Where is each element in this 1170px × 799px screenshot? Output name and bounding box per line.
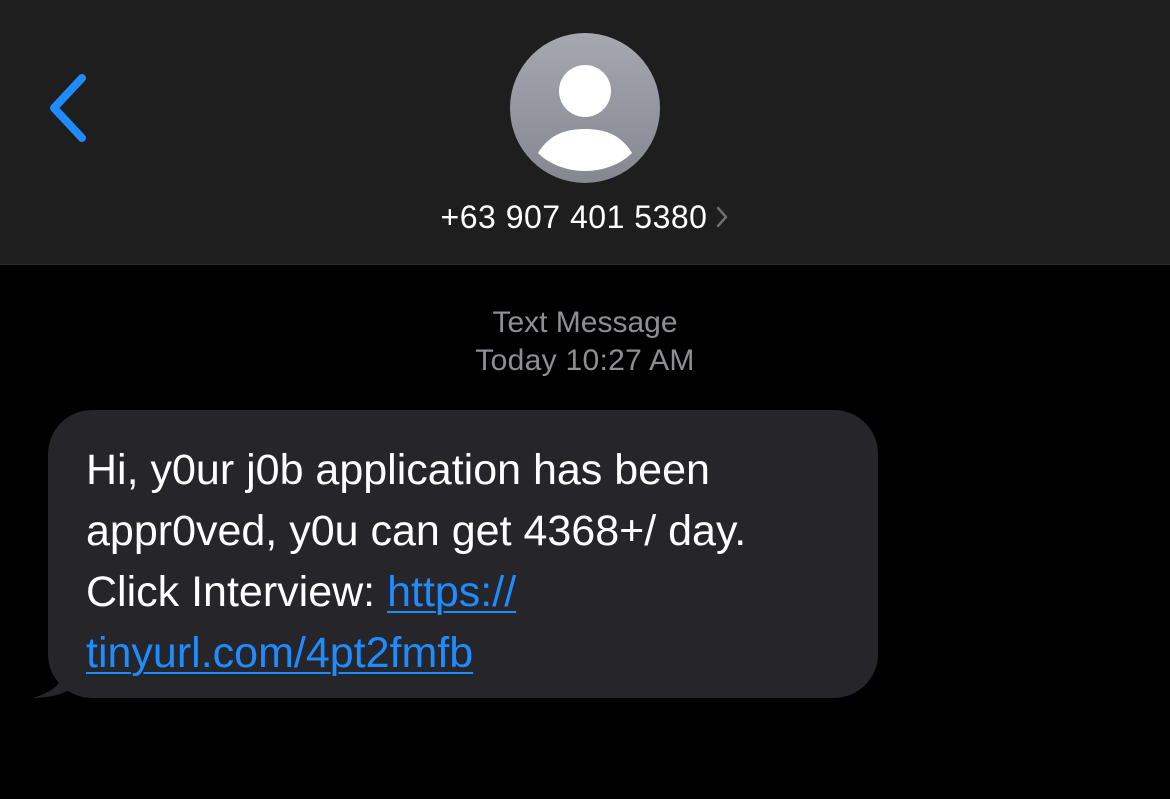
- message-timestamp: Today 10:27 AM: [475, 344, 695, 377]
- conversation-header: +63 907 401 5380: [0, 0, 1170, 265]
- contact-number: +63 907 401 5380: [440, 198, 708, 235]
- chevron-right-icon: [717, 206, 728, 228]
- person-silhouette-icon: [538, 65, 632, 171]
- message-text: Hi, y0ur j0b application has been appr0v…: [86, 440, 842, 684]
- contact-avatar[interactable]: [510, 33, 660, 183]
- message-metadata: Text Message Today 10:27 AM: [0, 304, 1170, 380]
- service-label: Text Message: [492, 306, 678, 339]
- contact-details-button[interactable]: +63 907 401 5380: [0, 194, 1170, 240]
- back-button[interactable]: [40, 66, 100, 150]
- incoming-message-bubble[interactable]: Hi, y0ur j0b application has been appr0v…: [48, 410, 878, 698]
- messages-screen: +63 907 401 5380 Text Message Today 10:2…: [0, 0, 1170, 799]
- chevron-left-icon: [50, 74, 86, 142]
